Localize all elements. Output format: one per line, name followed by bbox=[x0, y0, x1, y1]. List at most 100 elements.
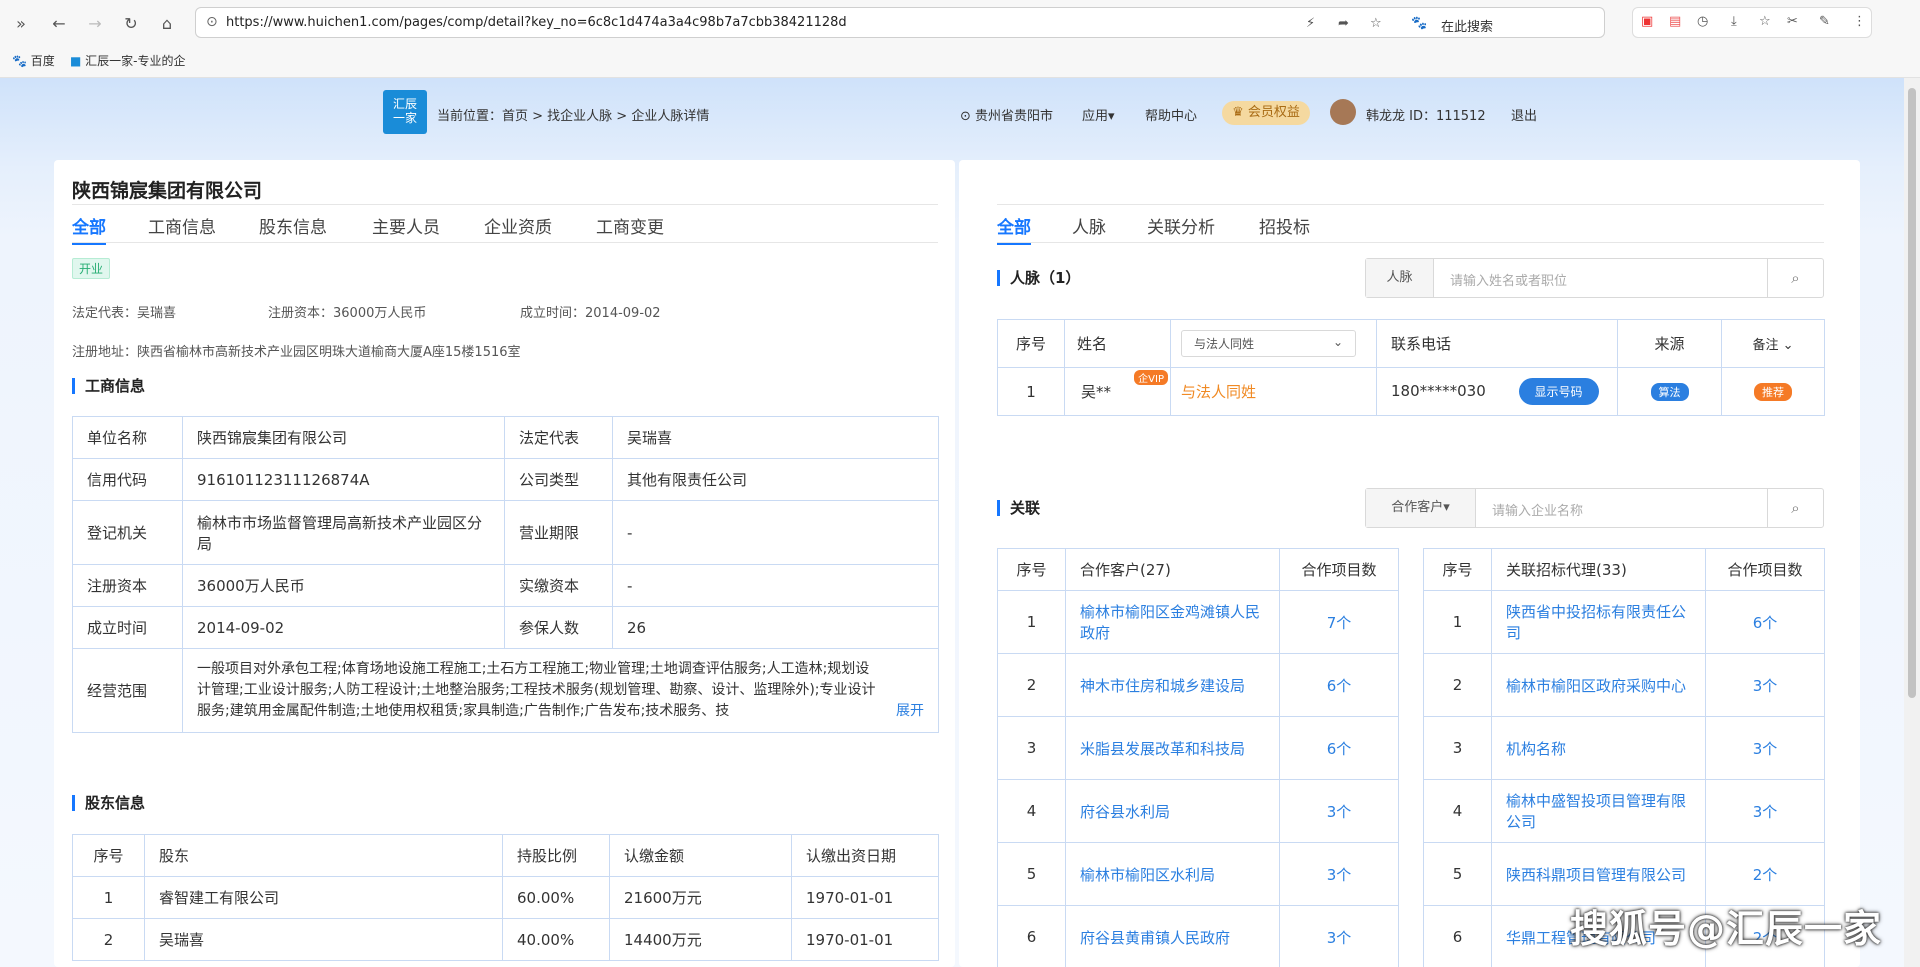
pdf-icon[interactable]: ▣ bbox=[1641, 14, 1653, 29]
forward-icon[interactable]: → bbox=[82, 10, 108, 36]
vip-button[interactable]: ♛ 会员权益 bbox=[1222, 101, 1310, 125]
sidebar-toggle-icon[interactable]: » bbox=[8, 10, 34, 36]
agent-link[interactable]: 榆林中盛智投项目管理有限公司 bbox=[1491, 779, 1706, 843]
client-link[interactable]: 府谷县黄甫镇人民政府 bbox=[1065, 905, 1280, 967]
project-count[interactable]: 3个 bbox=[1705, 716, 1825, 780]
remark-filter[interactable]: 备注 ⌄ bbox=[1721, 319, 1825, 368]
menu-icon[interactable]: ⋮ bbox=[1853, 14, 1866, 29]
tab-key-personnel[interactable]: 主要人员 bbox=[372, 213, 440, 238]
back-icon[interactable]: ← bbox=[46, 10, 72, 36]
cell-index: 4 bbox=[997, 779, 1066, 843]
client-link[interactable]: 榆林市榆阳区金鸡滩镇人民政府 bbox=[1065, 590, 1280, 654]
pen-icon[interactable]: ✎ bbox=[1819, 14, 1830, 29]
cell-index: 1 bbox=[72, 876, 145, 919]
table-header: 序号 合作客户(27) 合作项目数 bbox=[997, 548, 1399, 591]
scrollbar[interactable] bbox=[1904, 78, 1920, 967]
project-count[interactable]: 3个 bbox=[1279, 842, 1399, 906]
company-name: 陕西锦宸集团有限公司 bbox=[72, 180, 263, 202]
project-count[interactable]: 2个 bbox=[1705, 842, 1825, 906]
related-search-type-label: 合作客户 bbox=[1391, 500, 1444, 515]
tab-all[interactable]: 全部 bbox=[72, 213, 106, 245]
section-title-contacts: 人脉（1） bbox=[997, 270, 1080, 286]
related-search-input[interactable]: 请输入企业名称 bbox=[1492, 500, 1583, 519]
tab-business-info[interactable]: 工商信息 bbox=[148, 213, 216, 238]
history-icon[interactable]: ◷ bbox=[1697, 14, 1708, 29]
help-link[interactable]: 帮助中心 bbox=[1145, 105, 1197, 124]
project-count[interactable]: 3个 bbox=[1279, 779, 1399, 843]
show-number-button[interactable]: 显示号码 bbox=[1518, 378, 1599, 405]
site-logo[interactable]: 汇辰 一家 bbox=[383, 90, 427, 134]
cell-label: 登记机关 bbox=[72, 500, 183, 565]
search-engine-text[interactable]: 在此搜索 bbox=[1441, 16, 1493, 35]
client-link[interactable]: 米脂县发展改革和科技局 bbox=[1065, 716, 1280, 780]
table-row: 信用代码 91610112311126874A 公司类型 其他有限责任公司 bbox=[72, 458, 939, 501]
lightning-icon[interactable]: ⚡ bbox=[1306, 16, 1315, 31]
agent-link[interactable]: 机构名称 bbox=[1491, 716, 1706, 780]
star-icon[interactable]: ☆ bbox=[1370, 16, 1382, 31]
scrollbar-thumb[interactable] bbox=[1908, 88, 1916, 698]
favorites-icon[interactable]: ☆ bbox=[1759, 14, 1771, 29]
tab-contacts[interactable]: 人脉 bbox=[1072, 213, 1106, 238]
tab-shareholders[interactable]: 股东信息 bbox=[259, 213, 327, 238]
contact-name[interactable]: 吴** bbox=[1081, 383, 1111, 401]
table-row: 2 神木市住房和城乡建设局 6个 bbox=[997, 653, 1399, 717]
tab-changes[interactable]: 工商变更 bbox=[596, 213, 664, 238]
cell-label: 经营范围 bbox=[72, 648, 183, 733]
project-count[interactable]: 3个 bbox=[1705, 653, 1825, 717]
tab-qualifications[interactable]: 企业资质 bbox=[484, 213, 552, 238]
search-icon[interactable]: ⌕ bbox=[1767, 259, 1823, 297]
cell-label: 单位名称 bbox=[72, 416, 183, 459]
client-link[interactable]: 府谷县水利局 bbox=[1065, 779, 1280, 843]
section-title-business: 工商信息 bbox=[72, 378, 145, 394]
column-header: 序号 bbox=[997, 548, 1066, 591]
bookmark-baidu[interactable]: 🐾 百度 bbox=[12, 52, 55, 69]
bookmark-huichen[interactable]: ■ 汇辰一家-专业的企 bbox=[70, 52, 186, 69]
table-row: 5 陕西科鼎项目管理有限公司 2个 bbox=[1423, 842, 1825, 906]
translate-icon[interactable]: ▤ bbox=[1669, 14, 1681, 29]
scissors-icon[interactable]: ✂ bbox=[1787, 14, 1798, 29]
tab-relation-analysis[interactable]: 关联分析 bbox=[1147, 213, 1215, 238]
relation-filter[interactable]: 与法人同姓 ⌄ bbox=[1170, 319, 1377, 368]
apps-menu[interactable]: 应用▾ bbox=[1082, 105, 1115, 124]
watermark: 搜狐号@汇辰一家 bbox=[1570, 907, 1883, 951]
download-icon[interactable]: ⤓ bbox=[1731, 14, 1737, 29]
share-icon[interactable]: ➦ bbox=[1338, 16, 1349, 31]
location-link[interactable]: ⊙ 贵州省贵阳市 bbox=[960, 105, 1053, 124]
project-count[interactable]: 3个 bbox=[1279, 905, 1399, 967]
column-header: 关联招标代理(33) bbox=[1491, 548, 1706, 591]
agent-link[interactable]: 陕西科鼎项目管理有限公司 bbox=[1491, 842, 1706, 906]
address-bar[interactable]: ⊙ https://www.huichen1.com/pages/comp/de… bbox=[195, 7, 1605, 38]
agent-link[interactable]: 陕西省中投招标有限责任公司 bbox=[1491, 590, 1706, 654]
logout-link[interactable]: 退出 bbox=[1511, 105, 1537, 124]
home-icon[interactable]: ⌂ bbox=[154, 10, 180, 36]
search-icon[interactable]: ⌕ bbox=[1767, 489, 1823, 527]
avatar[interactable] bbox=[1330, 99, 1356, 125]
contact-search-input[interactable]: 请输入姓名或者职位 bbox=[1450, 270, 1567, 289]
reload-icon[interactable]: ↻ bbox=[118, 10, 144, 36]
project-count[interactable]: 3个 bbox=[1705, 779, 1825, 843]
table-row: 4 府谷县水利局 3个 bbox=[997, 779, 1399, 843]
agent-link[interactable]: 榆林市榆阳区政府采购中心 bbox=[1491, 653, 1706, 717]
tab-bidding[interactable]: 招投标 bbox=[1259, 213, 1310, 238]
project-count[interactable]: 6个 bbox=[1705, 590, 1825, 654]
table-row: 4 榆林中盛智投项目管理有限公司 3个 bbox=[1423, 779, 1825, 843]
client-link[interactable]: 榆林市榆阳区水利局 bbox=[1065, 842, 1280, 906]
client-link[interactable]: 神木市住房和城乡建设局 bbox=[1065, 653, 1280, 717]
contact-search-type[interactable]: 人脉 bbox=[1366, 259, 1434, 297]
related-search-type[interactable]: 合作客户▾ bbox=[1366, 489, 1476, 527]
relation-select[interactable]: 与法人同姓 ⌄ bbox=[1181, 330, 1356, 357]
paw-icon: 🐾 bbox=[1411, 16, 1428, 31]
breadcrumb[interactable]: 当前位置：首页 > 找企业人脉 > 企业人脉详情 bbox=[437, 105, 709, 124]
project-count[interactable]: 7个 bbox=[1279, 590, 1399, 654]
cell-label: 成立时间 bbox=[72, 606, 183, 649]
column-header: 认缴金额 bbox=[609, 834, 792, 877]
tab-all-right[interactable]: 全部 bbox=[997, 213, 1031, 245]
project-count[interactable]: 6个 bbox=[1279, 716, 1399, 780]
table-row: 5 榆林市榆阳区水利局 3个 bbox=[997, 842, 1399, 906]
project-count[interactable]: 6个 bbox=[1279, 653, 1399, 717]
url-text[interactable]: https://www.huichen1.com/pages/comp/deta… bbox=[226, 15, 847, 30]
related-search: 合作客户▾ 请输入企业名称 ⌕ bbox=[1365, 488, 1824, 528]
expand-link[interactable]: 展开 bbox=[892, 701, 924, 722]
browser-chrome: » ← → ↻ ⌂ ⊙ https://www.huichen1.com/pag… bbox=[0, 0, 1920, 78]
cell-label: 注册资本 bbox=[72, 564, 183, 607]
